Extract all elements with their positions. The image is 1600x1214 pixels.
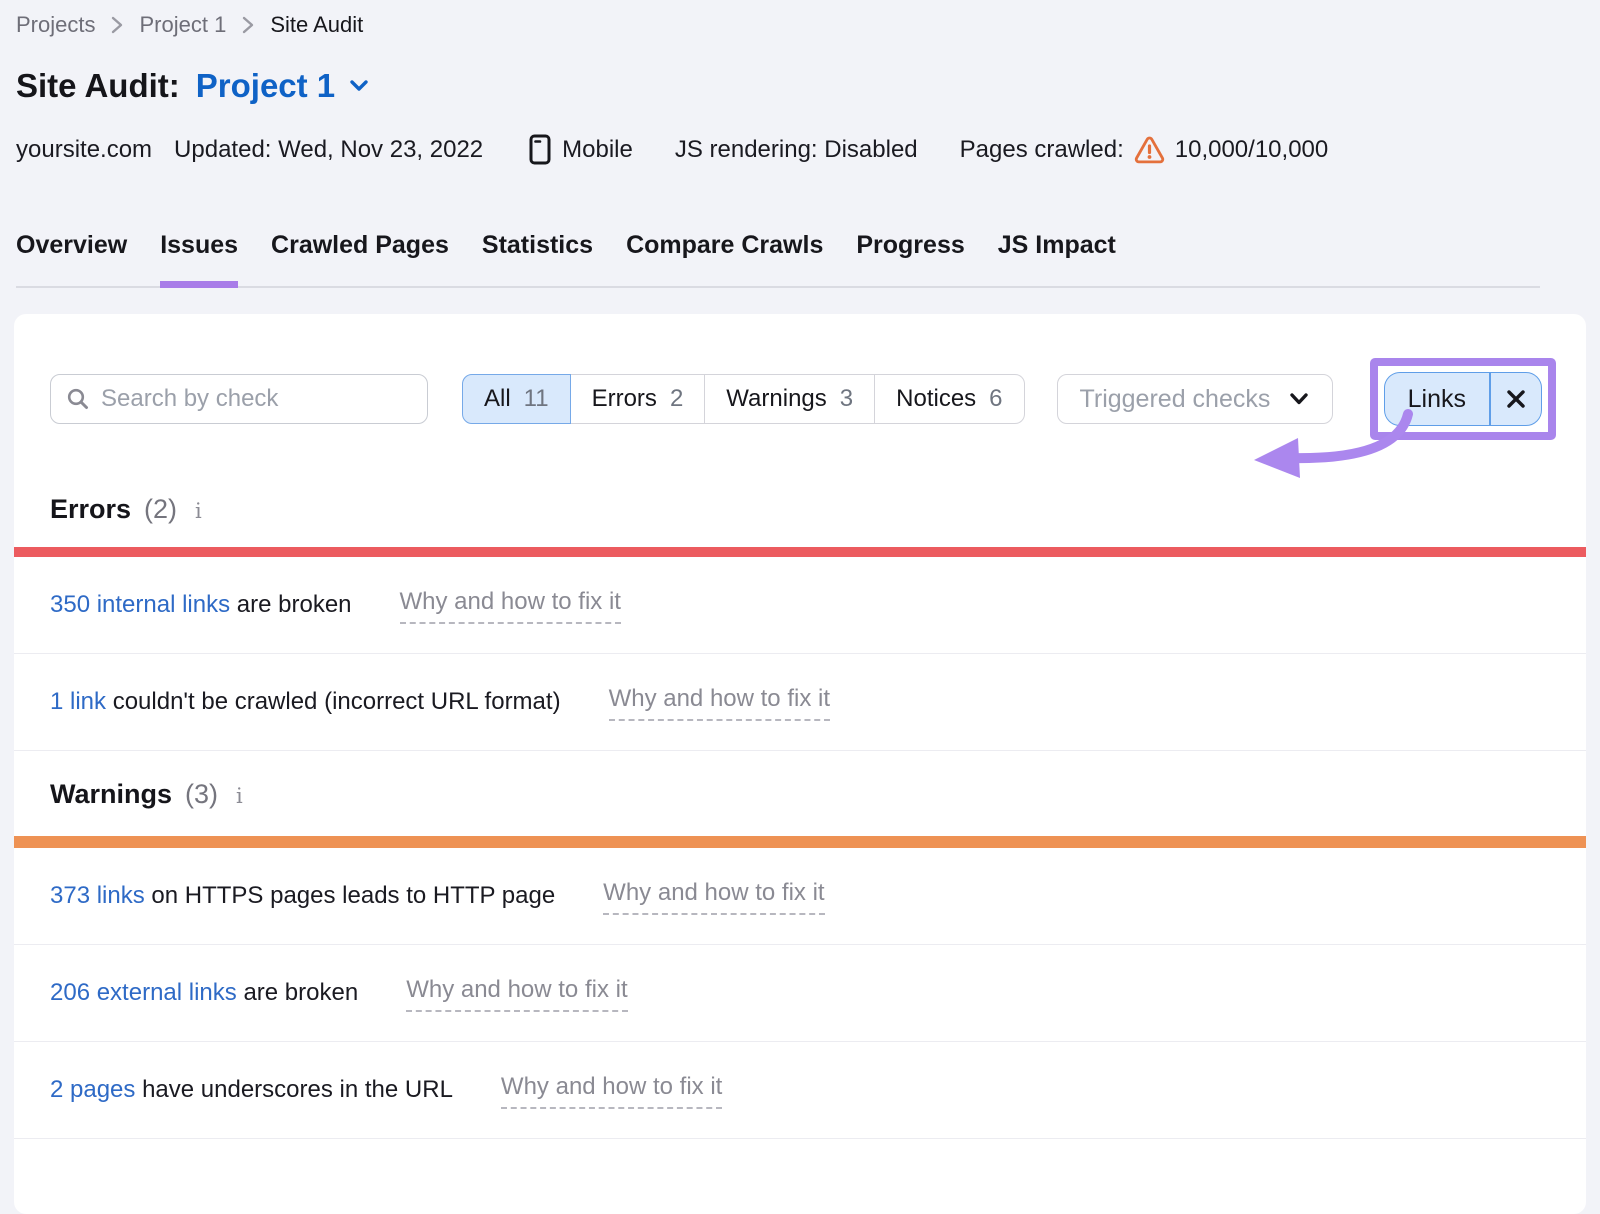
pages-crawled-value: 10,000/10,000 [1175, 136, 1328, 164]
warnings-count: (3) [185, 779, 218, 810]
search-input[interactable] [50, 374, 428, 424]
tab-crawled-pages[interactable]: Crawled Pages [271, 231, 449, 286]
remove-links-filter-button[interactable] [1491, 373, 1541, 425]
segment-count: 3 [840, 385, 853, 413]
warnings-heading: Warnings (3) i [50, 779, 1550, 810]
issue-row: 373 links on HTTPS pages leads to HTTP p… [14, 848, 1586, 945]
issue-text: couldn't be crawled (incorrect URL forma… [106, 688, 561, 715]
pages-crawled-group: Pages crawled: 10,000/10,000 [960, 136, 1329, 164]
issue-row: 1 link couldn't be crawled (incorrect UR… [14, 654, 1586, 751]
issue-text: are broken [230, 591, 351, 618]
links-filter-chip[interactable]: Links [1384, 372, 1542, 426]
issues-card: All 11 Errors 2 Warnings 3 Notices 6 Tri… [14, 314, 1586, 1214]
errors-title: Errors [50, 494, 131, 525]
annotation-highlight-box: Links [1370, 358, 1556, 440]
why-how-to-fix-link[interactable]: Why and how to fix it [406, 975, 627, 1012]
search-box [50, 374, 428, 424]
issue-row: 350 internal links are broken Why and ho… [14, 557, 1586, 654]
issue-count-link[interactable]: 350 internal links [50, 591, 230, 618]
search-icon [66, 387, 90, 411]
breadcrumb-item-projects[interactable]: Projects [16, 12, 95, 38]
segment-count: 11 [524, 385, 549, 413]
errors-count: (2) [144, 494, 177, 525]
info-icon[interactable]: i [236, 784, 243, 808]
chevron-right-icon [110, 14, 124, 36]
device-label: Mobile [562, 136, 633, 164]
errors-heading: Errors (2) i [50, 494, 1550, 525]
issue-count-link[interactable]: 206 external links [50, 979, 237, 1006]
segment-label: Errors [592, 385, 657, 413]
mobile-icon [529, 134, 551, 165]
site-audit-page: { "colors": { "accent_purple": "#a985ec"… [0, 0, 1600, 1105]
issue-row: 206 external links are broken Why and ho… [14, 945, 1586, 1042]
filter-warnings[interactable]: Warnings 3 [705, 374, 875, 424]
info-icon[interactable]: i [195, 499, 202, 523]
filter-notices[interactable]: Notices 6 [875, 374, 1024, 424]
filter-row: All 11 Errors 2 Warnings 3 Notices 6 Tri… [14, 314, 1586, 440]
filter-all[interactable]: All 11 [462, 374, 571, 424]
meta-row: yoursite.com Updated: Wed, Nov 23, 2022 … [16, 134, 1584, 165]
links-chip-label: Links [1385, 385, 1489, 414]
segment-count: 2 [670, 385, 683, 413]
why-how-to-fix-link[interactable]: Why and how to fix it [501, 1072, 722, 1109]
project-selector-label: Project 1 [196, 66, 335, 106]
site-domain: yoursite.com [16, 136, 152, 164]
warnings-title: Warnings [50, 779, 172, 810]
breadcrumb: Projects Project 1 Site Audit [16, 12, 1584, 38]
warnings-bar [14, 836, 1586, 848]
dropdown-label: Triggered checks [1080, 385, 1271, 414]
segment-label: Notices [896, 385, 976, 413]
tab-bar: Overview Issues Crawled Pages Statistics… [16, 231, 1540, 288]
issue-text: on HTTPS pages leads to HTTP page [145, 882, 555, 909]
breadcrumb-item-site-audit: Site Audit [270, 12, 363, 38]
triggered-checks-dropdown[interactable]: Triggered checks [1057, 374, 1334, 424]
page-header: Projects Project 1 Site Audit Site Audit… [0, 0, 1600, 165]
chevron-down-icon [348, 79, 370, 93]
project-selector[interactable]: Project 1 [196, 66, 370, 106]
chevron-right-icon [241, 14, 255, 36]
page-title: Site Audit: [16, 66, 180, 106]
tab-overview[interactable]: Overview [16, 231, 127, 286]
chevron-down-icon [1288, 392, 1310, 406]
tab-compare-crawls[interactable]: Compare Crawls [626, 231, 823, 286]
close-icon [1505, 388, 1527, 410]
issue-count-link[interactable]: 1 link [50, 688, 106, 715]
device-group: Mobile [529, 134, 633, 165]
tab-progress[interactable]: Progress [856, 231, 964, 286]
why-how-to-fix-link[interactable]: Why and how to fix it [609, 684, 830, 721]
updated-date: Updated: Wed, Nov 23, 2022 [174, 136, 483, 164]
warning-icon[interactable] [1134, 136, 1165, 164]
issue-text: are broken [237, 979, 358, 1006]
errors-bar [14, 547, 1586, 557]
tab-issues[interactable]: Issues [160, 231, 238, 286]
segment-label: Warnings [726, 385, 826, 413]
issue-row: 2 pages have underscores in the URL Why … [14, 1042, 1586, 1139]
filter-errors[interactable]: Errors 2 [571, 374, 706, 424]
title-row: Site Audit: Project 1 [16, 66, 1584, 106]
tab-js-impact[interactable]: JS Impact [998, 231, 1116, 286]
issue-count-link[interactable]: 2 pages [50, 1076, 135, 1103]
breadcrumb-item-project[interactable]: Project 1 [139, 12, 226, 38]
segment-label: All [484, 385, 511, 413]
js-rendering-status: JS rendering: Disabled [675, 136, 918, 164]
tab-statistics[interactable]: Statistics [482, 231, 593, 286]
why-how-to-fix-link[interactable]: Why and how to fix it [400, 587, 621, 624]
issue-type-segments: All 11 Errors 2 Warnings 3 Notices 6 [462, 374, 1025, 424]
segment-count: 6 [989, 385, 1002, 413]
why-how-to-fix-link[interactable]: Why and how to fix it [603, 878, 824, 915]
issue-count-link[interactable]: 373 links [50, 882, 145, 909]
issue-text: have underscores in the URL [135, 1076, 453, 1103]
pages-crawled-label: Pages crawled: [960, 136, 1124, 164]
